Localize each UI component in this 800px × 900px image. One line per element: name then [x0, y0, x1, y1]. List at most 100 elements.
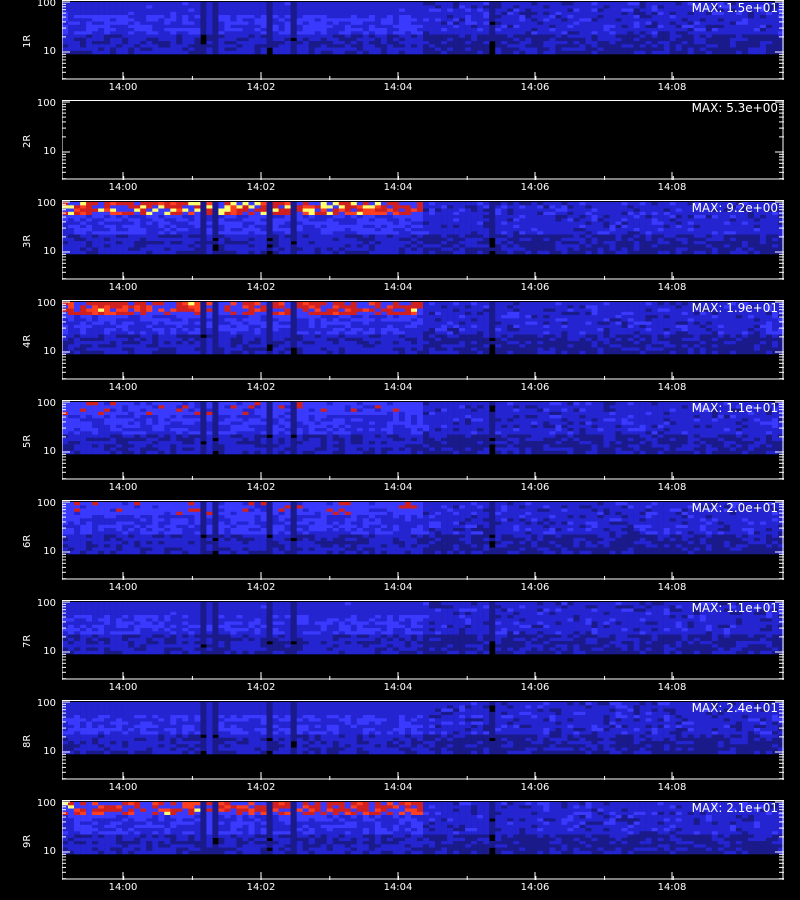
- heatmap-cell: [356, 244, 364, 248]
- heatmap-cell: [386, 37, 394, 42]
- heatmap-cell: [230, 34, 237, 38]
- heatmap-cell: [158, 350, 165, 355]
- heatmap-cell: [158, 41, 165, 45]
- heatmap-cell: [627, 247, 634, 251]
- heatmap-cell: [429, 47, 436, 51]
- heatmap-cell: [477, 211, 484, 216]
- heatmap-cell: [326, 202, 333, 206]
- heatmap-cell: [417, 228, 424, 232]
- heatmap-cell: [164, 218, 171, 222]
- heatmap-cell: [86, 221, 93, 225]
- heatmap-cell: [513, 47, 520, 51]
- heatmap-cell: [645, 34, 652, 38]
- heatmap-cell: [68, 324, 75, 329]
- heatmap-cell: [435, 8, 442, 12]
- heatmap-cell: [651, 211, 658, 216]
- heatmap-cell: [74, 344, 81, 348]
- heatmap-cell: [320, 321, 327, 325]
- heatmap-cell: [194, 341, 201, 345]
- heatmap-cell: [272, 302, 279, 306]
- heatmap-cell: [465, 241, 472, 245]
- heatmap-cell: [477, 21, 484, 25]
- heatmap-cell: [158, 302, 165, 306]
- heatmap-cell: [525, 2, 532, 6]
- heatmap-cell: [98, 221, 105, 225]
- heatmap-cell: [368, 244, 376, 248]
- heatmap-cell: [314, 344, 321, 348]
- heatmap-cell: [398, 318, 406, 322]
- heatmap-cell: [110, 324, 117, 329]
- heatmap-cell: [573, 18, 580, 22]
- heatmap-cell: [146, 344, 153, 348]
- heatmap-cell: [411, 44, 418, 48]
- heatmap-cell: [68, 18, 75, 22]
- heatmap-cell: [230, 341, 237, 345]
- heatmap-cell: [284, 5, 291, 9]
- heatmap-cell: [314, 228, 321, 232]
- heatmap-cell: [308, 237, 315, 242]
- heatmap-cell: [272, 341, 279, 345]
- heatmap-cell: [729, 34, 737, 38]
- heatmap-cell: [80, 244, 87, 248]
- heatmap-cell: [417, 205, 424, 209]
- heatmap-cell: [687, 41, 694, 45]
- heatmap-cell: [513, 37, 520, 42]
- heatmap-cell: [170, 50, 177, 55]
- heatmap-cell: [80, 37, 87, 42]
- heatmap-cell: [128, 241, 135, 245]
- heatmap-cell: [627, 47, 634, 51]
- heatmap-cell: [741, 231, 749, 235]
- heatmap-cell: [350, 15, 358, 19]
- heatmap-cell: [411, 347, 418, 351]
- heatmap-cell: [266, 247, 273, 251]
- heatmap-cell: [80, 337, 87, 342]
- heatmap-cell: [356, 250, 364, 255]
- heatmap-cell: [441, 21, 448, 25]
- heatmap-cell: [284, 321, 291, 325]
- heatmap-cell: [687, 31, 694, 35]
- heatmap-cell: [236, 341, 243, 345]
- heatmap-cell: [302, 308, 309, 312]
- heatmap-cell: [86, 234, 93, 238]
- heatmap-cell: [188, 2, 195, 6]
- heatmap-cell: [435, 231, 442, 235]
- heatmap-cell: [326, 11, 333, 16]
- heatmap-cell: [152, 8, 159, 12]
- heatmap-cell: [417, 34, 424, 38]
- heatmap-cell: [766, 34, 773, 38]
- heatmap-cell: [645, 24, 652, 29]
- heatmap-cell: [116, 311, 123, 316]
- heatmap-cell: [429, 11, 436, 16]
- heatmap-cell: [146, 5, 153, 9]
- heatmap-cell: [230, 205, 237, 209]
- heatmap-cell: [134, 231, 141, 235]
- heatmap-cell: [639, 218, 646, 222]
- heatmap-cell: [290, 234, 297, 238]
- heatmap-cell: [759, 241, 767, 245]
- heatmap-cell: [254, 202, 261, 206]
- heatmap-cell: [392, 205, 400, 209]
- heatmap-cell: [272, 231, 279, 235]
- heatmap-cell: [182, 247, 189, 251]
- heatmap-cell: [176, 247, 183, 251]
- heatmap-cell: [651, 205, 658, 209]
- heatmap-cell: [272, 228, 279, 232]
- heatmap-cell: [92, 228, 99, 232]
- heatmap-cell: [459, 241, 466, 245]
- heatmap-cell: [465, 37, 472, 42]
- heatmap-cell: [350, 344, 358, 348]
- heatmap-cell: [441, 37, 448, 42]
- heatmap-cell: [266, 21, 273, 25]
- heatmap-cell: [423, 321, 430, 325]
- heatmap-cell: [753, 44, 761, 48]
- heatmap-cell: [290, 202, 297, 206]
- heatmap-cell: [615, 234, 622, 238]
- heatmap-cell: [423, 205, 430, 209]
- heatmap-cell: [585, 34, 592, 38]
- heatmap-cell: [453, 34, 460, 38]
- heatmap-cell: [411, 205, 418, 209]
- heatmap-cell: [236, 31, 243, 35]
- heatmap-cell: [260, 244, 267, 248]
- heatmap-cell: [146, 347, 153, 351]
- heatmap-cell: [326, 205, 333, 209]
